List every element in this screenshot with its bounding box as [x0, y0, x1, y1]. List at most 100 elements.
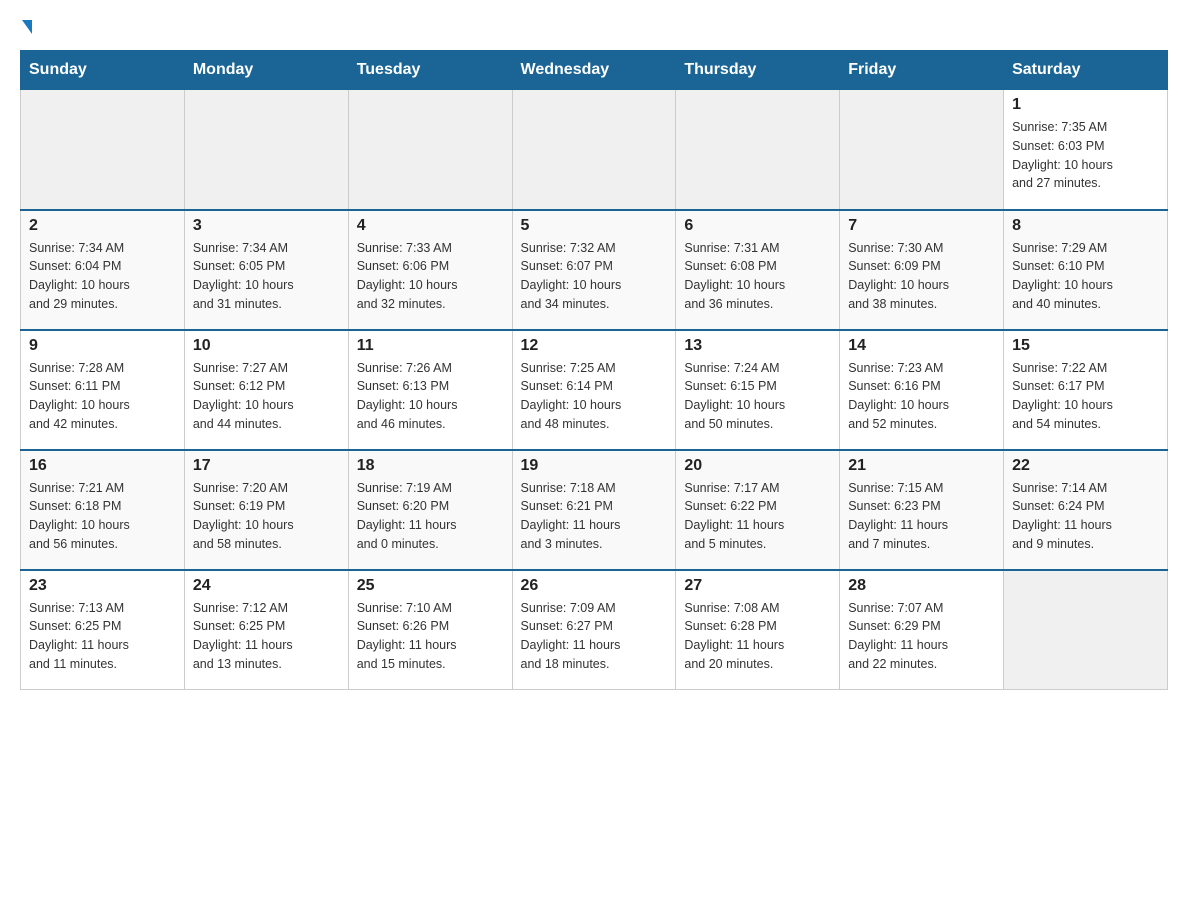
calendar-cell: 6 Sunrise: 7:31 AMSunset: 6:08 PMDaylight… — [676, 210, 840, 330]
day-number: 17 — [193, 457, 340, 475]
calendar-cell: 11 Sunrise: 7:26 AMSunset: 6:13 PMDayligh… — [348, 330, 512, 450]
day-number: 21 — [848, 457, 995, 475]
day-of-week-header: Thursday — [676, 51, 840, 90]
day-info: Sunrise: 7:13 AMSunset: 6:25 PMDaylight:… — [29, 599, 176, 674]
calendar-cell: 26 Sunrise: 7:09 AMSunset: 6:27 PMDayligh… — [512, 570, 676, 690]
day-number: 20 — [684, 457, 831, 475]
day-number: 15 — [1012, 337, 1159, 355]
day-info: Sunrise: 7:15 AMSunset: 6:23 PMDaylight:… — [848, 479, 995, 554]
day-number: 2 — [29, 217, 176, 235]
calendar-week-row: 23 Sunrise: 7:13 AMSunset: 6:25 PMDayligh… — [21, 570, 1168, 690]
day-number: 16 — [29, 457, 176, 475]
day-of-week-header: Saturday — [1004, 51, 1168, 90]
day-info: Sunrise: 7:07 AMSunset: 6:29 PMDaylight:… — [848, 599, 995, 674]
logo-triangle-icon — [22, 20, 32, 34]
day-info: Sunrise: 7:33 AMSunset: 6:06 PMDaylight:… — [357, 239, 504, 314]
day-number: 1 — [1012, 96, 1159, 114]
day-info: Sunrise: 7:28 AMSunset: 6:11 PMDaylight:… — [29, 359, 176, 434]
calendar-cell: 2 Sunrise: 7:34 AMSunset: 6:04 PMDaylight… — [21, 210, 185, 330]
calendar-cell — [184, 90, 348, 210]
day-number: 26 — [521, 577, 668, 595]
calendar-cell — [840, 90, 1004, 210]
calendar-week-row: 2 Sunrise: 7:34 AMSunset: 6:04 PMDaylight… — [21, 210, 1168, 330]
day-number: 28 — [848, 577, 995, 595]
day-number: 7 — [848, 217, 995, 235]
logo — [20, 20, 32, 34]
day-number: 4 — [357, 217, 504, 235]
calendar-cell: 24 Sunrise: 7:12 AMSunset: 6:25 PMDayligh… — [184, 570, 348, 690]
calendar-week-row: 9 Sunrise: 7:28 AMSunset: 6:11 PMDaylight… — [21, 330, 1168, 450]
day-info: Sunrise: 7:26 AMSunset: 6:13 PMDaylight:… — [357, 359, 504, 434]
day-number: 18 — [357, 457, 504, 475]
calendar-cell: 7 Sunrise: 7:30 AMSunset: 6:09 PMDaylight… — [840, 210, 1004, 330]
day-number: 10 — [193, 337, 340, 355]
day-info: Sunrise: 7:34 AMSunset: 6:04 PMDaylight:… — [29, 239, 176, 314]
day-info: Sunrise: 7:08 AMSunset: 6:28 PMDaylight:… — [684, 599, 831, 674]
day-info: Sunrise: 7:23 AMSunset: 6:16 PMDaylight:… — [848, 359, 995, 434]
day-of-week-header: Tuesday — [348, 51, 512, 90]
day-number: 25 — [357, 577, 504, 595]
day-number: 5 — [521, 217, 668, 235]
day-info: Sunrise: 7:35 AMSunset: 6:03 PMDaylight:… — [1012, 118, 1159, 193]
calendar-cell: 13 Sunrise: 7:24 AMSunset: 6:15 PMDayligh… — [676, 330, 840, 450]
day-of-week-header: Wednesday — [512, 51, 676, 90]
calendar-cell — [21, 90, 185, 210]
day-info: Sunrise: 7:09 AMSunset: 6:27 PMDaylight:… — [521, 599, 668, 674]
day-number: 11 — [357, 337, 504, 355]
day-info: Sunrise: 7:29 AMSunset: 6:10 PMDaylight:… — [1012, 239, 1159, 314]
day-number: 9 — [29, 337, 176, 355]
day-of-week-header: Friday — [840, 51, 1004, 90]
day-of-week-header: Sunday — [21, 51, 185, 90]
day-info: Sunrise: 7:31 AMSunset: 6:08 PMDaylight:… — [684, 239, 831, 314]
calendar-cell: 19Sunrise: 7:18 AMSunset: 6:21 PMDayligh… — [512, 450, 676, 570]
day-info: Sunrise: 7:10 AMSunset: 6:26 PMDaylight:… — [357, 599, 504, 674]
day-number: 24 — [193, 577, 340, 595]
day-number: 3 — [193, 217, 340, 235]
calendar-cell: 1 Sunrise: 7:35 AMSunset: 6:03 PMDaylight… — [1004, 90, 1168, 210]
day-info: Sunrise: 7:32 AMSunset: 6:07 PMDaylight:… — [521, 239, 668, 314]
calendar-header-row: SundayMondayTuesdayWednesdayThursdayFrid… — [21, 51, 1168, 90]
calendar-cell: 3 Sunrise: 7:34 AMSunset: 6:05 PMDaylight… — [184, 210, 348, 330]
calendar-week-row: 1 Sunrise: 7:35 AMSunset: 6:03 PMDaylight… — [21, 90, 1168, 210]
day-info: Sunrise: 7:19 AMSunset: 6:20 PMDaylight:… — [357, 479, 504, 554]
calendar-week-row: 16 Sunrise: 7:21 AMSunset: 6:18 PMDayligh… — [21, 450, 1168, 570]
day-number: 23 — [29, 577, 176, 595]
day-number: 13 — [684, 337, 831, 355]
day-info: Sunrise: 7:24 AMSunset: 6:15 PMDaylight:… — [684, 359, 831, 434]
calendar-cell: 10 Sunrise: 7:27 AMSunset: 6:12 PMDayligh… — [184, 330, 348, 450]
day-info: Sunrise: 7:34 AMSunset: 6:05 PMDaylight:… — [193, 239, 340, 314]
day-info: Sunrise: 7:22 AMSunset: 6:17 PMDaylight:… — [1012, 359, 1159, 434]
day-number: 19 — [521, 457, 668, 475]
day-number: 6 — [684, 217, 831, 235]
calendar-cell: 25 Sunrise: 7:10 AMSunset: 6:26 PMDayligh… — [348, 570, 512, 690]
calendar-cell: 4 Sunrise: 7:33 AMSunset: 6:06 PMDaylight… — [348, 210, 512, 330]
calendar-cell: 15 Sunrise: 7:22 AMSunset: 6:17 PMDayligh… — [1004, 330, 1168, 450]
day-info: Sunrise: 7:12 AMSunset: 6:25 PMDaylight:… — [193, 599, 340, 674]
calendar-cell: 9 Sunrise: 7:28 AMSunset: 6:11 PMDaylight… — [21, 330, 185, 450]
day-number: 27 — [684, 577, 831, 595]
calendar-cell: 5 Sunrise: 7:32 AMSunset: 6:07 PMDaylight… — [512, 210, 676, 330]
calendar-cell: 20Sunrise: 7:17 AMSunset: 6:22 PMDayligh… — [676, 450, 840, 570]
day-number: 14 — [848, 337, 995, 355]
day-number: 22 — [1012, 457, 1159, 475]
calendar-cell: 17 Sunrise: 7:20 AMSunset: 6:19 PMDayligh… — [184, 450, 348, 570]
day-info: Sunrise: 7:20 AMSunset: 6:19 PMDaylight:… — [193, 479, 340, 554]
calendar-cell: 12 Sunrise: 7:25 AMSunset: 6:14 PMDayligh… — [512, 330, 676, 450]
day-info: Sunrise: 7:30 AMSunset: 6:09 PMDaylight:… — [848, 239, 995, 314]
calendar-cell — [1004, 570, 1168, 690]
day-info: Sunrise: 7:27 AMSunset: 6:12 PMDaylight:… — [193, 359, 340, 434]
day-info: Sunrise: 7:21 AMSunset: 6:18 PMDaylight:… — [29, 479, 176, 554]
day-number: 8 — [1012, 217, 1159, 235]
calendar-cell — [348, 90, 512, 210]
calendar-cell: 16 Sunrise: 7:21 AMSunset: 6:18 PMDayligh… — [21, 450, 185, 570]
day-number: 12 — [521, 337, 668, 355]
calendar-cell: 22Sunrise: 7:14 AMSunset: 6:24 PMDayligh… — [1004, 450, 1168, 570]
day-of-week-header: Monday — [184, 51, 348, 90]
calendar-cell: 8 Sunrise: 7:29 AMSunset: 6:10 PMDaylight… — [1004, 210, 1168, 330]
calendar-cell — [676, 90, 840, 210]
day-info: Sunrise: 7:25 AMSunset: 6:14 PMDaylight:… — [521, 359, 668, 434]
calendar-cell: 18 Sunrise: 7:19 AMSunset: 6:20 PMDayligh… — [348, 450, 512, 570]
page-header — [20, 20, 1168, 34]
calendar-cell: 28 Sunrise: 7:07 AMSunset: 6:29 PMDayligh… — [840, 570, 1004, 690]
calendar-table: SundayMondayTuesdayWednesdayThursdayFrid… — [20, 50, 1168, 690]
